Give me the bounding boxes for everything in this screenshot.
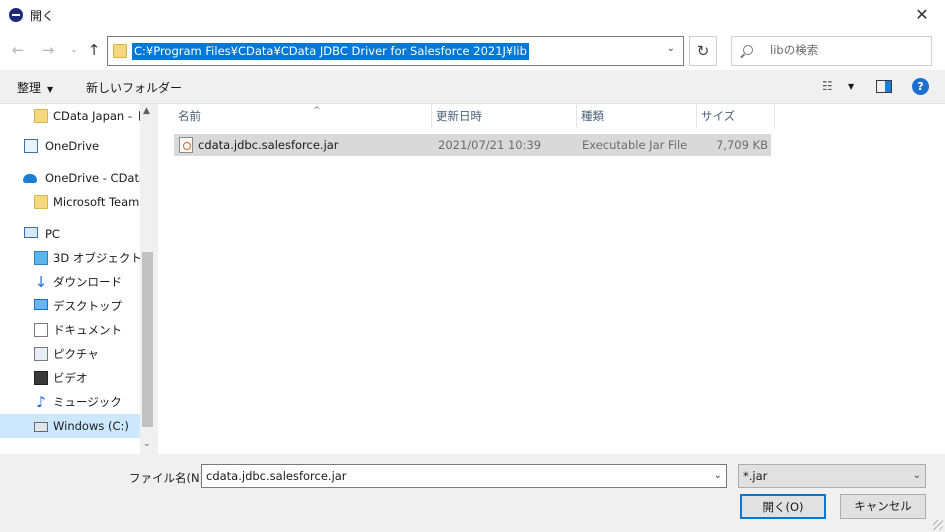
videos-icon	[34, 371, 48, 385]
sidebar-item-label: OneDrive	[45, 139, 100, 153]
address-dropdown-icon[interactable]: ⌄	[667, 43, 675, 54]
sort-ascending-icon: ^	[313, 106, 321, 116]
column-header-type[interactable]: 種類	[577, 104, 697, 128]
help-icon[interactable]: ?	[912, 78, 929, 95]
folder-icon	[34, 109, 48, 123]
filename-field[interactable]: cdata.jdbc.salesforce.jar ⌄	[201, 464, 727, 488]
address-field[interactable]: C:¥Program Files¥CData¥CData JDBC Driver…	[107, 36, 684, 66]
sidebar-item-label: Windows (C:)	[53, 419, 129, 433]
sidebar-item-cdata-japan[interactable]: CData Japan - ドキ	[0, 104, 140, 128]
sidebar-item-label: PC	[45, 227, 60, 241]
command-toolbar: 整理 ▼ 新しいフォルダー ☷ ▼ ?	[0, 70, 945, 104]
table-row[interactable]: cdata.jdbc.salesforce.jar 2021/07/21 10:…	[174, 134, 771, 156]
filename-dropdown-icon[interactable]: ⌄	[714, 465, 722, 487]
sidebar-item-pictures[interactable]: ピクチャ	[0, 342, 140, 366]
sidebar-item-label: ダウンロード	[53, 275, 122, 289]
search-icon	[743, 45, 753, 55]
sidebar-item-onedrive-cdata[interactable]: OneDrive - CData	[0, 166, 140, 190]
search-box[interactable]	[731, 36, 932, 66]
sidebar-item-label: Microsoft Teams	[53, 195, 140, 209]
view-options-icon[interactable]: ☷	[822, 79, 833, 93]
chevron-down-icon[interactable]: ⌄	[913, 465, 921, 487]
title-bar: 開く ✕	[0, 0, 945, 30]
folder-icon	[34, 195, 48, 209]
file-type-select[interactable]: *.jar ⌄	[738, 464, 926, 488]
cancel-button[interactable]: キャンセル	[840, 494, 926, 519]
filename-label: ファイル名(N):	[129, 471, 208, 485]
desktop-icon	[34, 299, 48, 310]
folder-icon	[113, 44, 127, 58]
music-icon: ♪	[36, 393, 46, 411]
resize-grip-icon[interactable]	[933, 520, 943, 530]
dialog-footer: ファイル名(N): cdata.jdbc.salesforce.jar ⌄ *.…	[0, 454, 945, 532]
onedrive-icon	[24, 139, 38, 153]
organize-label: 整理	[17, 81, 42, 95]
scroll-up-icon[interactable]: ▲	[143, 106, 150, 116]
column-header-size[interactable]: サイズ	[697, 104, 775, 128]
file-list: ^ 名前 更新日時 種類 サイズ cdata.jdbc.salesforce.j…	[158, 104, 945, 454]
address-bar-row: ← → ⌄ ↑ C:¥Program Files¥CData¥CData JDB…	[0, 30, 945, 70]
pictures-icon	[34, 347, 48, 361]
organize-menu-button[interactable]: 整理 ▼	[17, 79, 53, 96]
drive-icon	[34, 422, 48, 432]
column-header-modified[interactable]: 更新日時	[432, 104, 577, 128]
sidebar-item-label: OneDrive - CData	[45, 171, 140, 185]
back-button[interactable]: ←	[8, 40, 28, 60]
file-name-cell: cdata.jdbc.salesforce.jar	[198, 138, 339, 152]
forward-button[interactable]: →	[38, 40, 58, 60]
jar-file-icon	[179, 137, 193, 153]
documents-icon	[34, 323, 48, 337]
sidebar-item-desktop[interactable]: デスクトップ	[0, 294, 140, 318]
open-button[interactable]: 開く(O)	[740, 494, 826, 519]
file-size-cell: 7,709 KB	[715, 138, 768, 152]
sidebar-item-3d-objects[interactable]: 3D オブジェクト	[0, 246, 140, 270]
3d-objects-icon	[34, 251, 48, 265]
app-icon	[9, 8, 23, 22]
window-title: 開く	[30, 9, 55, 23]
download-icon: ↓	[34, 273, 48, 291]
pc-icon	[24, 227, 38, 238]
sidebar-item-microsoft-teams[interactable]: Microsoft Teams	[0, 190, 140, 214]
column-header-label: 名前	[178, 109, 201, 123]
refresh-button[interactable]: ↻	[689, 36, 717, 66]
file-type-cell: Executable Jar File	[582, 138, 688, 152]
sidebar-item-label: ミュージック	[53, 395, 122, 409]
close-button[interactable]: ✕	[899, 0, 945, 30]
search-input[interactable]	[770, 43, 920, 57]
file-type-value: *.jar	[743, 469, 768, 483]
recent-locations-button[interactable]: ⌄	[64, 40, 84, 60]
sidebar-item-label: ピクチャ	[53, 347, 99, 361]
scrollbar-thumb[interactable]	[142, 252, 153, 427]
sidebar-item-label: ビデオ	[53, 371, 88, 385]
address-path[interactable]: C:¥Program Files¥CData¥CData JDBC Driver…	[132, 43, 529, 60]
up-folder-button[interactable]: ↑	[84, 40, 104, 60]
preview-pane-icon[interactable]	[876, 80, 892, 93]
chevron-down-icon: ▼	[47, 85, 54, 94]
navigation-scrollbar[interactable]: ▲ ⌄	[140, 104, 155, 454]
sidebar-item-label: 3D オブジェクト	[53, 251, 140, 265]
column-header-name[interactable]: ^ 名前	[174, 104, 432, 128]
sidebar-item-downloads[interactable]: ↓ ダウンロード	[0, 270, 140, 294]
sidebar-item-onedrive[interactable]: OneDrive	[0, 134, 140, 158]
sidebar-item-label: ドキュメント	[53, 323, 122, 337]
sidebar-item-label: CData Japan - ドキ	[53, 109, 140, 123]
sidebar-item-documents[interactable]: ドキュメント	[0, 318, 140, 342]
view-options-chevron-icon[interactable]: ▼	[848, 82, 854, 91]
sidebar-item-videos[interactable]: ビデオ	[0, 366, 140, 390]
onedrive-icon	[23, 174, 37, 183]
scroll-down-icon[interactable]: ⌄	[143, 439, 151, 449]
sidebar-item-label: デスクトップ	[53, 299, 122, 313]
new-folder-button[interactable]: 新しいフォルダー	[86, 79, 182, 96]
sidebar-item-music[interactable]: ♪ ミュージック	[0, 390, 140, 414]
navigation-pane: CData Japan - ドキ OneDrive OneDrive - CDa…	[0, 104, 155, 454]
filename-value[interactable]: cdata.jdbc.salesforce.jar	[206, 469, 347, 483]
sidebar-item-pc[interactable]: PC	[0, 222, 140, 246]
sidebar-item-windows-c[interactable]: Windows (C:)	[0, 414, 140, 438]
file-modified-cell: 2021/07/21 10:39	[438, 138, 542, 152]
